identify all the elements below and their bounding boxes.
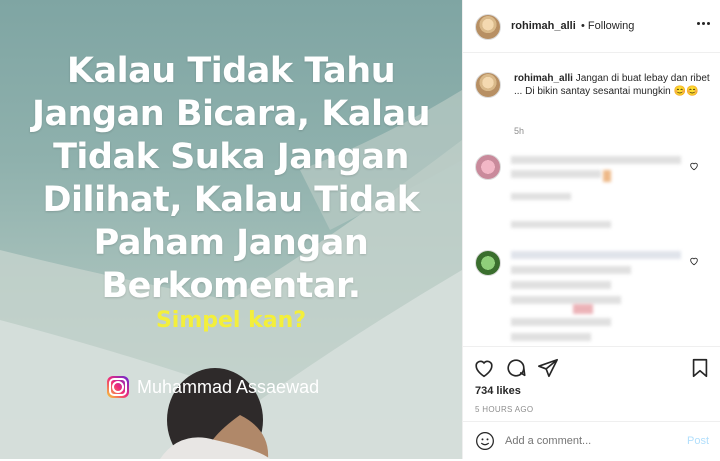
caption: rohimah_alli Jangan di buat lebay dan ri…	[514, 72, 714, 98]
quote-line: Paham Jangan	[93, 223, 369, 263]
post-button[interactable]: Post	[687, 435, 709, 447]
blurred-comment	[511, 318, 611, 326]
post-sidebar: rohimah_alli • Following rohimah_alli Ja…	[462, 0, 720, 459]
heart-icon[interactable]	[689, 161, 699, 171]
post-time: 5 HOURS AGO	[475, 405, 534, 414]
commenter-avatar[interactable]	[475, 154, 501, 180]
quote-line: Jangan Bicara, Kalau	[31, 94, 431, 134]
share-icon[interactable]	[537, 357, 559, 379]
blurred-comment	[511, 296, 621, 304]
post-actions: 734 likes 5 HOURS AGO Post	[463, 346, 720, 460]
blurred-comment	[511, 251, 681, 259]
post-header: rohimah_alli • Following	[463, 0, 720, 53]
credit-name: Muhammad Assaewad	[137, 376, 320, 397]
following-status[interactable]: • Following	[581, 20, 634, 32]
blurred-comment	[603, 170, 611, 182]
blurred-comment	[511, 281, 611, 289]
blurred-comment	[511, 156, 681, 164]
more-icon[interactable]	[697, 22, 711, 26]
instagram-credit: Muhammad Assaewad	[107, 376, 319, 398]
caption-time: 5h	[514, 126, 525, 136]
header-username[interactable]: rohimah_alli	[511, 20, 576, 32]
instagram-post: Kalau Tidak Tahu Jangan Bicara, Kalau Ti…	[0, 0, 720, 459]
blurred-comment	[511, 266, 631, 274]
comment-input[interactable]	[505, 435, 655, 447]
likes-count[interactable]: 734 likes	[475, 385, 521, 397]
blurred-comment	[511, 333, 591, 341]
blurred-comment	[511, 170, 601, 178]
heart-icon[interactable]	[689, 256, 699, 266]
quote-line: Kalau Tidak Tahu	[66, 51, 396, 91]
quote-line: Dilihat, Kalau Tidak	[42, 180, 420, 220]
blurred-comment	[511, 193, 571, 200]
blurred-comment	[511, 221, 611, 228]
comment-icon[interactable]	[505, 357, 527, 379]
instagram-icon	[107, 376, 129, 398]
bookmark-icon[interactable]	[689, 357, 711, 379]
quote-line: Tidak Suka Jangan	[53, 137, 409, 177]
quote-line: Berkomentar.	[101, 266, 361, 306]
quote-text: Kalau Tidak Tahu Jangan Bicara, Kalau Ti…	[0, 50, 462, 308]
emoji-icon[interactable]	[475, 431, 495, 451]
caption-avatar[interactable]	[475, 72, 501, 98]
commenter-avatar[interactable]	[475, 250, 501, 276]
post-image[interactable]: Kalau Tidak Tahu Jangan Bicara, Kalau Ti…	[0, 0, 462, 459]
tagline: Simpel kan?	[155, 308, 307, 333]
caption-username[interactable]: rohimah_alli	[514, 73, 573, 84]
avatar[interactable]	[475, 14, 501, 40]
comment-bar: Post	[463, 421, 720, 461]
blurred-comment	[573, 304, 593, 314]
heart-icon[interactable]	[473, 357, 495, 379]
